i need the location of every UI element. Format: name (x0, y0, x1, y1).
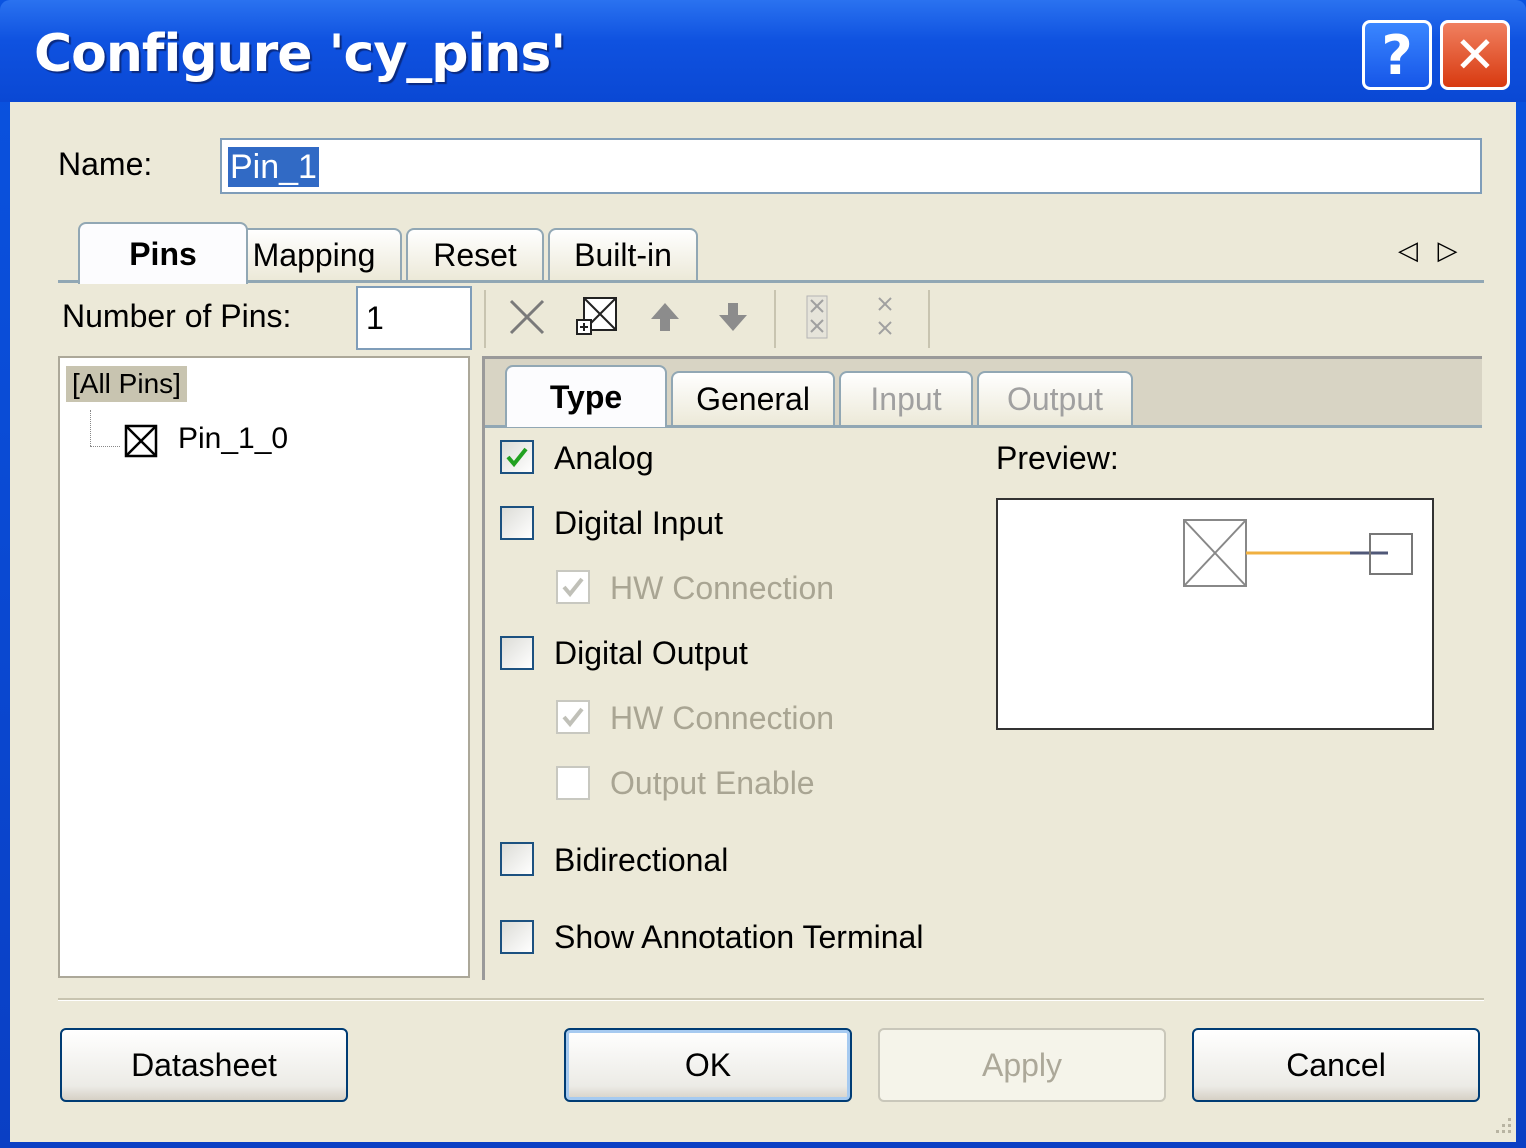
tab-pins[interactable]: Pins (78, 222, 248, 284)
merge-icon[interactable] (860, 292, 910, 342)
pin-tree[interactable]: [All Pins] Pin_1_0 (58, 356, 470, 978)
input-hw-connection-label: HW Connection (610, 570, 835, 606)
bidirectional-label: Bidirectional (554, 842, 729, 878)
datasheet-button[interactable]: Datasheet (60, 1028, 348, 1102)
output-hw-connection-checkbox[interactable] (556, 700, 590, 734)
resize-grip-icon[interactable] (1490, 1112, 1514, 1136)
move-up-icon[interactable] (640, 292, 690, 342)
output-enable-checkbox[interactable] (556, 766, 590, 800)
toolbar-separator (774, 290, 776, 348)
tree-connector (90, 410, 91, 446)
scroll-right-icon[interactable]: ▷ (1438, 236, 1458, 266)
tab-general[interactable]: General (671, 371, 835, 425)
scroll-left-icon[interactable]: ◁ (1398, 236, 1418, 266)
toolbar-separator (928, 290, 930, 348)
split-icon[interactable] (792, 292, 842, 342)
sub-tabstrip: Type General Input Output (485, 359, 1482, 428)
name-label: Name: (58, 146, 153, 182)
tree-root-all-pins[interactable]: [All Pins] (66, 366, 187, 402)
preview-label: Preview: (996, 440, 1119, 476)
move-down-icon[interactable] (708, 292, 758, 342)
help-button[interactable]: ? (1362, 20, 1432, 90)
close-icon: ✕ (1454, 26, 1496, 84)
pin-preview-graphic (1183, 519, 1413, 587)
show-annotation-terminal-checkbox[interactable] (500, 920, 534, 954)
main-tabstrip: Pins Mapping Reset Built-in (58, 220, 1484, 284)
show-annotation-terminal-label: Show Annotation Terminal (554, 919, 924, 955)
output-hw-connection-label: HW Connection (610, 700, 835, 736)
pin-icon (124, 424, 158, 458)
digital-output-label: Digital Output (554, 635, 748, 671)
tree-item-pin[interactable]: Pin_1_0 (178, 422, 288, 456)
digital-input-checkbox[interactable] (500, 506, 534, 540)
preview-box (996, 498, 1434, 730)
tree-connector (90, 446, 120, 447)
digital-input-label: Digital Input (554, 505, 723, 541)
apply-button[interactable]: Apply (878, 1028, 1166, 1102)
checkmark-icon (562, 707, 584, 728)
checkmark-icon (506, 447, 528, 468)
checkmark-icon (562, 577, 584, 598)
button-separator (58, 998, 1484, 1001)
window-title: Configure 'cy_pins' (34, 24, 566, 84)
add-pin-icon[interactable] (572, 292, 622, 342)
digital-output-checkbox[interactable] (500, 636, 534, 670)
tab-output[interactable]: Output (977, 371, 1133, 425)
toolbar-separator (484, 290, 486, 348)
bidirectional-checkbox[interactable] (500, 842, 534, 876)
tab-scroll-arrows: ◁ ▷ (1398, 232, 1458, 267)
number-of-pins-label: Number of Pins: (62, 298, 292, 334)
delete-icon[interactable] (502, 292, 552, 342)
title-bar[interactable]: Configure 'cy_pins' ? ✕ (0, 0, 1526, 102)
close-button[interactable]: ✕ (1440, 20, 1510, 90)
input-hw-connection-checkbox[interactable] (556, 570, 590, 604)
analog-checkbox[interactable] (500, 440, 534, 474)
tab-type[interactable]: Type (505, 365, 667, 427)
name-value: Pin_1 (228, 147, 319, 187)
dialog-window: Configure 'cy_pins' ? ✕ Name: Pin_1 Pins… (0, 0, 1526, 1148)
tab-reset[interactable]: Reset (406, 228, 544, 280)
ok-button[interactable]: OK (564, 1028, 852, 1102)
name-input[interactable]: Pin_1 (220, 138, 1482, 194)
tab-mapping[interactable]: Mapping (226, 228, 402, 280)
tab-input[interactable]: Input (839, 371, 973, 425)
number-of-pins-input[interactable]: 1 (356, 286, 472, 350)
help-icon: ? (1381, 23, 1413, 87)
output-enable-label: Output Enable (610, 765, 815, 801)
analog-label: Analog (554, 440, 654, 476)
tab-built-in[interactable]: Built-in (548, 228, 698, 280)
cancel-button[interactable]: Cancel (1192, 1028, 1480, 1102)
